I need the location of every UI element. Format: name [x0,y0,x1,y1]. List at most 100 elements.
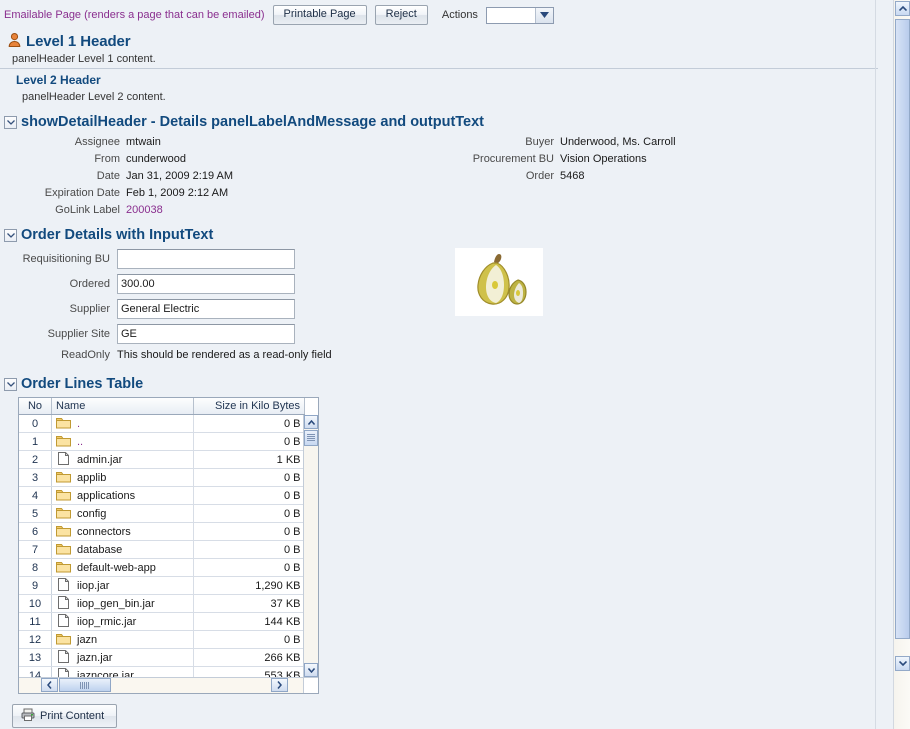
field-label: Assignee [4,134,126,150]
requisitioning-bu-input[interactable] [117,249,295,269]
table-row[interactable]: 0.0 B [19,415,305,433]
table-horizontal-scrollbar[interactable] [19,677,304,693]
golink-label-link[interactable]: 200038 [126,202,163,218]
actions-select[interactable] [486,7,554,24]
cell-size: 1,290 KB [194,577,305,595]
cell-no: 7 [19,541,52,559]
disclosure-chevron-down-icon[interactable] [4,378,17,391]
table-row[interactable]: 1..0 B [19,433,305,451]
folder-icon [56,434,71,450]
field-label: Supplier Site [4,328,117,340]
file-icon [56,650,71,666]
supplier-input[interactable] [117,299,295,319]
cell-no: 13 [19,649,52,667]
table-vertical-scrollbar[interactable] [303,415,318,677]
column-header-name[interactable]: Name [52,398,194,415]
disclosure-chevron-down-icon[interactable] [4,116,17,129]
reject-button[interactable]: Reject [375,5,428,25]
file-name[interactable]: . [77,418,80,430]
show-detail-header-title-row[interactable]: showDetailHeader - Details panelLabelAnd… [4,114,884,130]
emailable-page-link[interactable]: Emailable Page (renders a page that can … [4,9,265,21]
table-row[interactable]: 11iiop_rmic.jar144 KB [19,613,305,631]
actions-label: Actions [442,9,478,21]
table-body: 0.0 B1..0 B2admin.jar1 KB3applib0 B4appl… [19,415,305,685]
table-row[interactable]: 12jazn0 B [19,631,305,649]
folder-icon [56,416,71,432]
cell-no: 8 [19,559,52,577]
cell-no: 2 [19,451,52,469]
printable-page-button[interactable]: Printable Page [273,5,367,25]
cell-name: jazn [52,631,194,649]
cell-name: config [52,505,194,523]
ordered-input[interactable] [117,274,295,294]
file-name: connectors [77,526,131,538]
cell-name: iiop_rmic.jar [52,613,194,631]
field-label: Buyer [459,134,560,150]
cell-name: applications [52,487,194,505]
scroll-right-icon[interactable] [271,678,288,692]
file-icon [56,614,71,630]
print-content-button[interactable]: Print Content [12,704,117,728]
table-row[interactable]: 3applib0 B [19,469,305,487]
detail-column-left: Assignee mtwain From cunderwood Date Jan… [4,134,459,219]
cell-size: 0 B [194,433,305,451]
table-row[interactable]: 8default-web-app0 B [19,559,305,577]
cell-size: 0 B [194,469,305,487]
page-scroll-down-icon[interactable] [895,656,910,671]
panel-level1-content: panelHeader Level 1 content. [0,52,878,69]
page-scrollbar[interactable] [893,0,910,729]
cell-name: jazn.jar [52,649,194,667]
scroll-left-icon[interactable] [41,678,58,692]
page-title: Level 1 Header [26,33,131,50]
page-scroll-up-icon[interactable] [895,1,910,16]
cell-size: 0 B [194,523,305,541]
field-label: Procurement BU [459,151,560,167]
table-header-row: No Name Size in Kilo Bytes [19,398,305,415]
file-name[interactable]: .. [77,436,83,448]
order-lines-table: No Name Size in Kilo Bytes 0.0 B1..0 B2a… [18,397,319,694]
file-name: iiop_gen_bin.jar [77,598,155,610]
table-row[interactable]: 9iiop.jar1,290 KB [19,577,305,595]
order-lines-title-row[interactable]: Order Lines Table [4,376,884,392]
table-row[interactable]: 5config0 B [19,505,305,523]
field-label: Ordered [4,278,117,290]
form-row-supplier: Supplier [4,299,884,319]
field-value: mtwain [126,134,161,150]
field-value: 5468 [560,168,584,184]
file-icon [56,452,71,468]
scroll-up-icon[interactable] [304,415,318,429]
folder-icon [56,560,71,576]
detail-field: Assignee mtwain [4,134,459,150]
order-details-title-row[interactable]: Order Details with InputText [4,227,884,243]
scroll-down-icon[interactable] [304,663,318,677]
table-row[interactable]: 10iiop_gen_bin.jar37 KB [19,595,305,613]
table-row[interactable]: 7database0 B [19,541,305,559]
table-row[interactable]: 13jazn.jar266 KB [19,649,305,667]
table-row[interactable]: 6connectors0 B [19,523,305,541]
field-label: Requisitioning BU [4,253,117,265]
detail-field: GoLink Label 200038 [4,202,459,218]
cell-no: 3 [19,469,52,487]
supplier-site-input[interactable] [117,324,295,344]
table-row[interactable]: 4applications0 B [19,487,305,505]
table-row[interactable]: 2 admin.jar 1 KB [19,451,305,469]
scroll-thumb-vertical[interactable] [304,430,318,446]
detail-field: From cunderwood [4,151,459,167]
cell-size: 0 B [194,631,305,649]
cell-name: admin.jar [52,451,194,469]
column-header-size[interactable]: Size in Kilo Bytes [194,398,305,415]
page-scroll-thumb[interactable] [895,19,910,639]
disclosure-chevron-down-icon[interactable] [4,229,17,242]
field-label: Order [459,168,560,184]
cell-size: 1 KB [194,451,305,469]
file-name: admin.jar [77,454,122,466]
field-value: cunderwood [126,151,186,167]
field-label: ReadOnly [4,349,117,361]
column-header-no[interactable]: No [19,398,52,415]
file-name: default-web-app [77,562,156,574]
file-name: iiop_rmic.jar [77,616,136,628]
scroll-grip [80,682,90,689]
cell-size: 0 B [194,541,305,559]
scroll-thumb-horizontal[interactable] [59,678,111,692]
file-name: iiop.jar [77,580,109,592]
